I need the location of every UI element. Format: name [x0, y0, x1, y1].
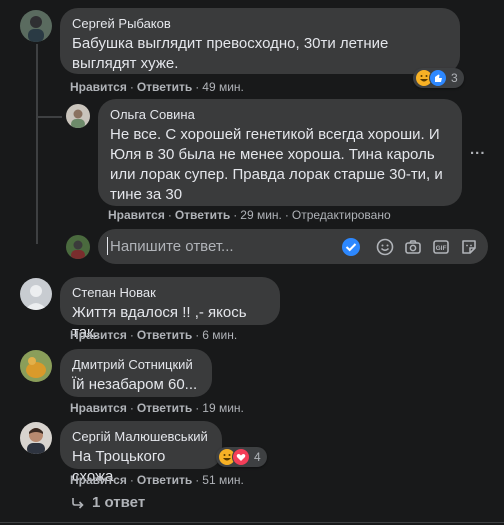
comment-bubble: Степан Новак Життя вдалося !! ,- якось т… [60, 277, 280, 341]
avatar[interactable] [20, 278, 52, 310]
comment-author[interactable]: Степан Новак [72, 285, 268, 301]
edited-label[interactable]: Отредактировано [292, 208, 391, 222]
comment-author[interactable]: Сергей Рыбаков [72, 16, 448, 32]
more-options-button[interactable]: ... [470, 141, 486, 158]
reply-button[interactable]: Ответить [137, 328, 192, 342]
text-caret [107, 237, 108, 255]
comment-time[interactable]: 51 мин. [202, 473, 244, 487]
emoji-icon[interactable] [375, 237, 395, 257]
avatar[interactable] [20, 422, 52, 454]
reply-arrow-icon [70, 495, 86, 511]
like-icon [429, 69, 447, 87]
reaction-summary[interactable]: 4 [216, 447, 267, 467]
comment-bubble: Сергій Малюшевський На Троцького схожа [60, 421, 222, 485]
reaction-summary[interactable]: 3 [413, 68, 464, 88]
reply-input[interactable]: Напишите ответ... [110, 238, 234, 255]
comment-actions: Нравится · Ответить · 29 мин. · Отредактирован… [108, 208, 391, 222]
sticker-icon[interactable] [459, 237, 479, 257]
comment-actions: Нравится · Ответить · 49 мин. [70, 80, 244, 94]
thread-line-branch [36, 116, 62, 118]
comment-actions: Нравится · Ответить · 19 мин. [70, 401, 244, 415]
comment-bubble: Ольга Совина Не все. С хорошей генетикой… [98, 99, 462, 206]
comment-author[interactable]: Дмитрий Сотницкий [72, 357, 200, 373]
comment-author[interactable]: Сергій Малюшевський [72, 429, 210, 445]
view-replies-label[interactable]: 1 ответ [92, 494, 145, 511]
reply-button[interactable]: Ответить [175, 208, 230, 222]
comment-bubble: Дмитрий Сотницкий Їй незабаром 60... [60, 349, 212, 397]
view-replies-link[interactable]: 1 ответ [70, 494, 145, 511]
comment-time[interactable]: 29 мин. [240, 208, 282, 222]
reply-button[interactable]: Ответить [137, 473, 192, 487]
avatar[interactable] [20, 350, 52, 382]
avatar [66, 235, 90, 259]
comment-text: Не все. С хорошей генетикой всегда хорош… [110, 126, 443, 203]
comment-actions: Нравится · Ответить · 51 мин. [70, 473, 244, 487]
comment-bubble: Сергей Рыбаков Бабушка выглядит превосхо… [60, 8, 460, 74]
like-button[interactable]: Нравится [70, 473, 127, 487]
like-button[interactable]: Нравится [70, 401, 127, 415]
svg-text:GIF: GIF [436, 245, 447, 252]
comment-time[interactable]: 6 мин. [202, 328, 237, 342]
checkmark-icon[interactable] [341, 237, 361, 257]
like-button[interactable]: Нравится [70, 80, 127, 94]
reply-button[interactable]: Ответить [137, 401, 192, 415]
divider [0, 522, 504, 523]
avatar[interactable] [20, 10, 52, 42]
comment-text: Бабушка выглядит превосходно, 30ти летни… [72, 35, 389, 72]
comment-actions: Нравится · Ответить · 6 мин. [70, 328, 238, 342]
comment-time[interactable]: 49 мин. [202, 80, 244, 94]
reaction-count: 4 [254, 450, 261, 464]
reaction-count: 3 [451, 71, 458, 85]
reply-composer[interactable]: Напишите ответ... GIF [98, 229, 488, 264]
camera-icon[interactable] [403, 237, 423, 257]
avatar[interactable] [66, 104, 90, 128]
gif-icon[interactable]: GIF [431, 237, 451, 257]
thread-line [36, 44, 38, 244]
like-button[interactable]: Нравится [108, 208, 165, 222]
comment-time[interactable]: 19 мин. [202, 401, 244, 415]
comment-author[interactable]: Ольга Совина [110, 107, 450, 123]
heart-icon [232, 448, 250, 466]
reply-button[interactable]: Ответить [137, 80, 192, 94]
like-button[interactable]: Нравится [70, 328, 127, 342]
comment-text: Їй незабаром 60... [72, 376, 198, 393]
